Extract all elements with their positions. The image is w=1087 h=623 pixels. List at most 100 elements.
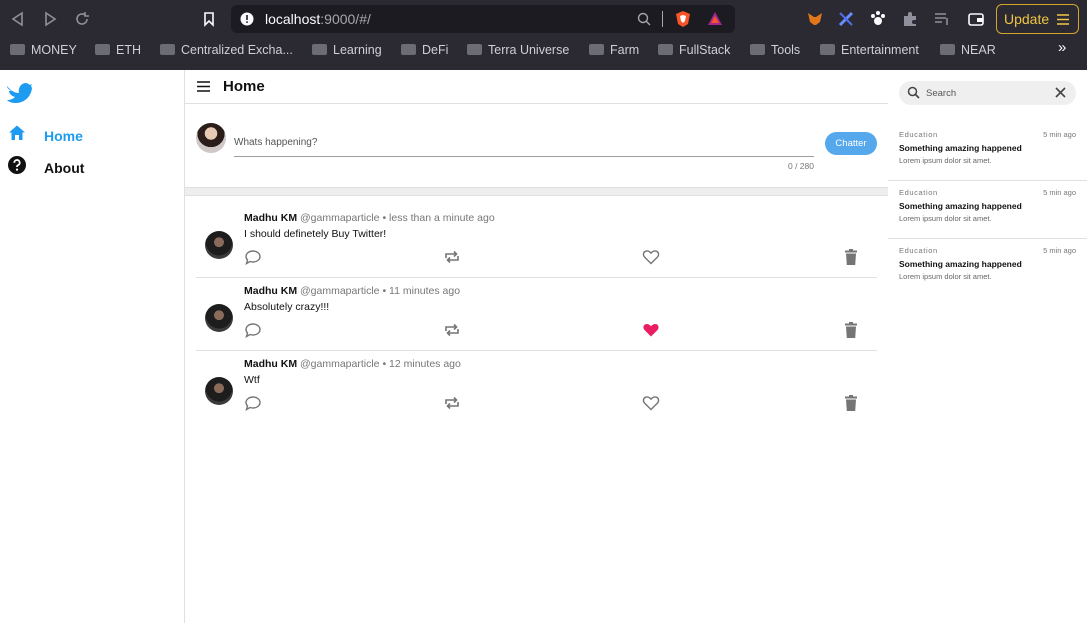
delete-icon[interactable]: [842, 248, 860, 266]
trend-time: 5 min ago: [1043, 188, 1076, 197]
extensions-puzzle-icon[interactable]: [901, 10, 919, 28]
like-icon[interactable]: [642, 248, 660, 266]
url-text: localhost:9000/#/: [265, 11, 371, 27]
tweet-time: • 12 minutes ago: [382, 358, 461, 370]
bookmark-folder[interactable]: Tools: [750, 43, 800, 57]
folder-icon: [401, 44, 416, 55]
bookmark-folder[interactable]: Entertainment: [820, 43, 919, 57]
tweet-item: Madhu KM @gammaparticle • 12 minutes ago…: [196, 351, 877, 424]
avatar: [205, 304, 233, 332]
liked-heart-icon[interactable]: [642, 321, 660, 339]
bookmark-folder[interactable]: DeFi: [401, 43, 448, 57]
sidebar-item-label: Home: [44, 128, 83, 144]
chatter-button[interactable]: Chatter: [825, 132, 877, 155]
delete-icon[interactable]: [842, 321, 860, 339]
bookmark-folder[interactable]: Terra Universe: [467, 43, 569, 57]
reload-icon[interactable]: [72, 9, 92, 29]
folder-icon: [467, 44, 482, 55]
like-icon[interactable]: [642, 394, 660, 412]
tweet-header: Madhu KM @gammaparticle • 12 minutes ago: [244, 358, 461, 370]
trend-item[interactable]: Education 5 min ago Something amazing ha…: [888, 123, 1087, 181]
brave-rewards-icon[interactable]: [707, 11, 723, 27]
trend-headline: Something amazing happened: [899, 201, 1022, 211]
author-handle: @gammaparticle: [300, 285, 380, 297]
retweet-icon[interactable]: [443, 394, 461, 412]
bookmark-folder[interactable]: NEAR: [940, 43, 996, 57]
update-button[interactable]: Update: [996, 4, 1079, 34]
folder-icon: [750, 44, 765, 55]
comment-icon[interactable]: [244, 394, 262, 412]
hamburger-menu-icon[interactable]: [197, 81, 210, 92]
trend-item[interactable]: Education 5 min ago Something amazing ha…: [888, 239, 1087, 297]
brave-shield-icon[interactable]: [675, 10, 691, 28]
search-box[interactable]: [899, 81, 1076, 105]
trend-category: Education: [899, 246, 938, 255]
folder-icon: [658, 44, 673, 55]
menu-icon: [1057, 14, 1069, 25]
bookmark-icon[interactable]: [199, 9, 219, 29]
retweet-icon[interactable]: [443, 248, 461, 266]
tweet-text: Absolutely crazy!!!: [244, 301, 330, 313]
bookmark-folder[interactable]: Farm: [589, 43, 639, 57]
wallet-icon[interactable]: [967, 10, 985, 28]
forward-icon[interactable]: [40, 9, 60, 29]
folder-icon: [312, 44, 327, 55]
folder-icon: [940, 44, 955, 55]
help-icon: [8, 156, 26, 174]
trend-body: Lorem ipsum dolor sit amet.: [899, 156, 992, 165]
folder-icon: [95, 44, 110, 55]
author-name: Madhu KM: [244, 358, 298, 370]
delete-icon[interactable]: [842, 394, 860, 412]
media-queue-icon[interactable]: [933, 10, 951, 28]
left-sidebar: Home About: [0, 70, 185, 623]
main-feed: Home 0 / 280 Chatter Madhu KM @gammapart…: [185, 70, 888, 623]
trend-time: 5 min ago: [1043, 130, 1076, 139]
compose-input[interactable]: [234, 128, 814, 157]
tweet-text: Wtf: [244, 374, 260, 386]
retweet-icon[interactable]: [443, 321, 461, 339]
browser-chrome: localhost:9000/#/ Update MONEY ETH Centr…: [0, 0, 1087, 70]
extension-satellite-icon[interactable]: [837, 10, 855, 28]
search-input[interactable]: [926, 85, 1051, 101]
bookmark-folder[interactable]: MONEY: [10, 43, 77, 57]
comment-icon[interactable]: [244, 321, 262, 339]
extension-paw-icon[interactable]: [869, 10, 887, 28]
avatar: [196, 123, 226, 153]
trend-category: Education: [899, 130, 938, 139]
trend-category: Education: [899, 188, 938, 197]
back-icon[interactable]: [8, 9, 28, 29]
author-name: Madhu KM: [244, 212, 298, 224]
browser-toolbar: localhost:9000/#/ Update: [0, 0, 1087, 38]
avatar: [205, 231, 233, 259]
bookmarks-overflow-button[interactable]: »: [1058, 39, 1066, 56]
close-icon[interactable]: [1054, 86, 1067, 99]
tweet-item: Madhu KM @gammaparticle • less than a mi…: [196, 205, 877, 278]
tweet-text: I should definetely Buy Twitter!: [244, 228, 387, 240]
trend-time: 5 min ago: [1043, 246, 1076, 255]
bookmark-folder[interactable]: ETH: [95, 43, 141, 57]
folder-icon: [589, 44, 604, 55]
author-name: Madhu KM: [244, 285, 298, 297]
metamask-icon[interactable]: [806, 10, 824, 28]
folder-icon: [10, 44, 25, 55]
comment-icon[interactable]: [244, 248, 262, 266]
folder-icon: [160, 44, 175, 55]
home-icon: [9, 125, 25, 140]
trend-body: Lorem ipsum dolor sit amet.: [899, 214, 992, 223]
page-title: Home: [223, 78, 265, 95]
trend-body: Lorem ipsum dolor sit amet.: [899, 272, 992, 281]
url-bar[interactable]: localhost:9000/#/: [231, 5, 735, 33]
search-icon: [907, 86, 920, 99]
trend-headline: Something amazing happened: [899, 143, 1022, 153]
bookmark-folder[interactable]: Centralized Excha...: [160, 43, 293, 57]
bookmark-folder[interactable]: Learning: [312, 43, 382, 57]
folder-icon: [820, 44, 835, 55]
bookmarks-bar: MONEY ETH Centralized Excha... Learning …: [0, 38, 1087, 63]
site-info-icon[interactable]: [240, 12, 254, 26]
trend-headline: Something amazing happened: [899, 259, 1022, 269]
bookmark-folder[interactable]: FullStack: [658, 43, 730, 57]
trend-item[interactable]: Education 5 min ago Something amazing ha…: [888, 181, 1087, 239]
bird-logo-icon[interactable]: [6, 80, 32, 104]
zoom-icon[interactable]: [637, 12, 651, 26]
author-handle: @gammaparticle: [300, 212, 380, 224]
